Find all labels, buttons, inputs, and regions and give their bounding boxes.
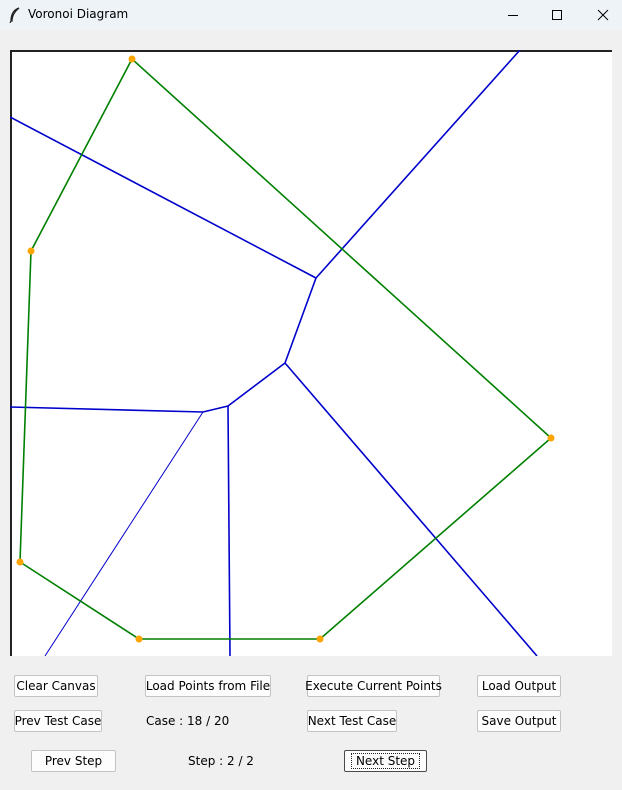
voronoi-edge bbox=[315, 50, 521, 279]
maximize-icon bbox=[552, 10, 562, 20]
voronoi-edge bbox=[227, 405, 231, 656]
voronoi-edge bbox=[227, 362, 286, 407]
next-step-label: Next Step bbox=[350, 753, 421, 769]
minimize-button[interactable] bbox=[490, 0, 536, 30]
case-counter: Case : 18 / 20 bbox=[146, 714, 230, 728]
site-point bbox=[316, 635, 324, 643]
load-output-label: Load Output bbox=[481, 679, 557, 693]
close-icon bbox=[597, 9, 609, 21]
voronoi-edge bbox=[44, 411, 204, 656]
voronoi-edge bbox=[202, 405, 229, 413]
voronoi-edge bbox=[284, 362, 538, 656]
site-point bbox=[16, 558, 24, 566]
clear-canvas-button[interactable]: Clear Canvas bbox=[14, 675, 98, 697]
convex-hull bbox=[19, 57, 553, 640]
execute-points-label: Execute Current Points bbox=[305, 679, 442, 693]
prev-test-case-label: Prev Test Case bbox=[14, 714, 102, 728]
site-point bbox=[128, 55, 136, 63]
site-point bbox=[135, 635, 143, 643]
voronoi-edge bbox=[10, 116, 317, 279]
save-output-button[interactable]: Save Output bbox=[477, 710, 561, 732]
next-test-case-button[interactable]: Next Test Case bbox=[307, 710, 397, 732]
feather-icon bbox=[9, 7, 20, 23]
voronoi-edge bbox=[10, 406, 204, 413]
title-bar: Voronoi Diagram bbox=[0, 0, 622, 30]
prev-test-case-button[interactable]: Prev Test Case bbox=[14, 710, 102, 732]
minimize-icon bbox=[508, 15, 518, 16]
save-output-label: Save Output bbox=[481, 714, 557, 728]
prev-step-button[interactable]: Prev Step bbox=[31, 750, 116, 772]
close-button[interactable] bbox=[580, 0, 622, 30]
step-counter: Step : 2 / 2 bbox=[188, 754, 254, 768]
prev-step-label: Prev Step bbox=[44, 754, 103, 768]
window-title: Voronoi Diagram bbox=[28, 7, 129, 21]
maximize-button[interactable] bbox=[534, 0, 580, 30]
voronoi-canvas[interactable] bbox=[10, 50, 612, 656]
load-points-button[interactable]: Load Points from File bbox=[145, 675, 271, 697]
clear-canvas-label: Clear Canvas bbox=[16, 679, 96, 693]
next-test-case-label: Next Test Case bbox=[307, 714, 397, 728]
site-point bbox=[27, 247, 35, 255]
load-points-label: Load Points from File bbox=[145, 679, 271, 693]
site-point bbox=[547, 434, 555, 442]
load-output-button[interactable]: Load Output bbox=[477, 675, 561, 697]
voronoi-edge bbox=[284, 277, 317, 364]
next-step-button[interactable]: Next Step bbox=[344, 750, 427, 772]
execute-points-button[interactable]: Execute Current Points bbox=[305, 675, 442, 697]
